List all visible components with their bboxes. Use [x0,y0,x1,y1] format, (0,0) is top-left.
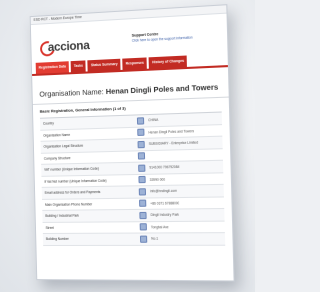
row-label: Country [42,121,54,126]
edit-icon[interactable] [139,235,148,243]
edit-icon[interactable] [139,211,147,219]
edit-icon[interactable] [139,223,147,231]
table-row: Building Number No.1 [42,233,226,246]
row-label: Building Number [45,237,69,242]
row-label: Building / Industrial Park [45,213,79,219]
row-value: Dingli Industry Park [150,212,180,218]
tab-history-of-changes[interactable]: History of Changes [148,55,188,69]
acciona-logo: acciona [37,38,90,60]
row-value: 33990 000 [149,177,166,182]
edit-icon[interactable] [138,187,147,196]
row-label: Main Organisation Phone Number [44,202,93,207]
row-label: Organisation Legal Structure [43,143,84,149]
edit-icon[interactable] [137,152,146,160]
row-value: info@hndingli.com [149,189,178,194]
edit-icon[interactable] [138,176,146,184]
row-value: No.1 [151,236,159,241]
row-label: Organisation Name [43,132,71,138]
row-value: Henan Dingli Poles and Towers [148,128,195,135]
row-value: Tongbai Ave [150,224,169,230]
row-label: Email address for Orders and Payments [44,190,101,196]
row-label: If Vat Not number (Unique Information Co… [44,178,107,184]
org-name-prefix: Organisation Name: [39,87,104,99]
tab-status-summary[interactable]: Status Summary [87,58,121,72]
stage: ESD RCT - Modern Europe Time acciona Sup… [0,0,255,292]
row-value: CHINA [148,118,159,123]
edit-icon[interactable] [139,199,147,208]
edit-icon[interactable] [138,164,146,172]
table-row: Street Tongbai Ave [42,221,225,234]
org-name: Henan Dingli Poles and Towers [105,82,219,97]
edit-icon[interactable] [137,140,145,149]
row-label: VAT number (Unique Information Code) [44,166,99,173]
row-value: 9141000 796792084 [149,165,180,170]
tab-registration-data[interactable]: Registration Data [35,61,70,74]
edit-icon[interactable] [136,116,145,125]
logo-text: acciona [47,37,90,55]
row-value: SUBSIDIARY - Enterprise Limited [148,140,199,147]
row-label: Street [45,225,54,230]
row-label: Company Structure [43,155,71,161]
edit-icon[interactable] [137,128,145,137]
support-centre: Support Centre Click here to open the su… [132,29,215,43]
row-value: +86 0371 67888000 [150,200,180,206]
portal-page: ESD RCT - Modern Europe Time acciona Sup… [29,4,235,282]
info-table: Country CHINA Organisation Name Henan Ding… [39,111,226,246]
tab-tasks[interactable]: Tasks [70,60,87,73]
tab-responses[interactable]: Responses [122,57,148,70]
